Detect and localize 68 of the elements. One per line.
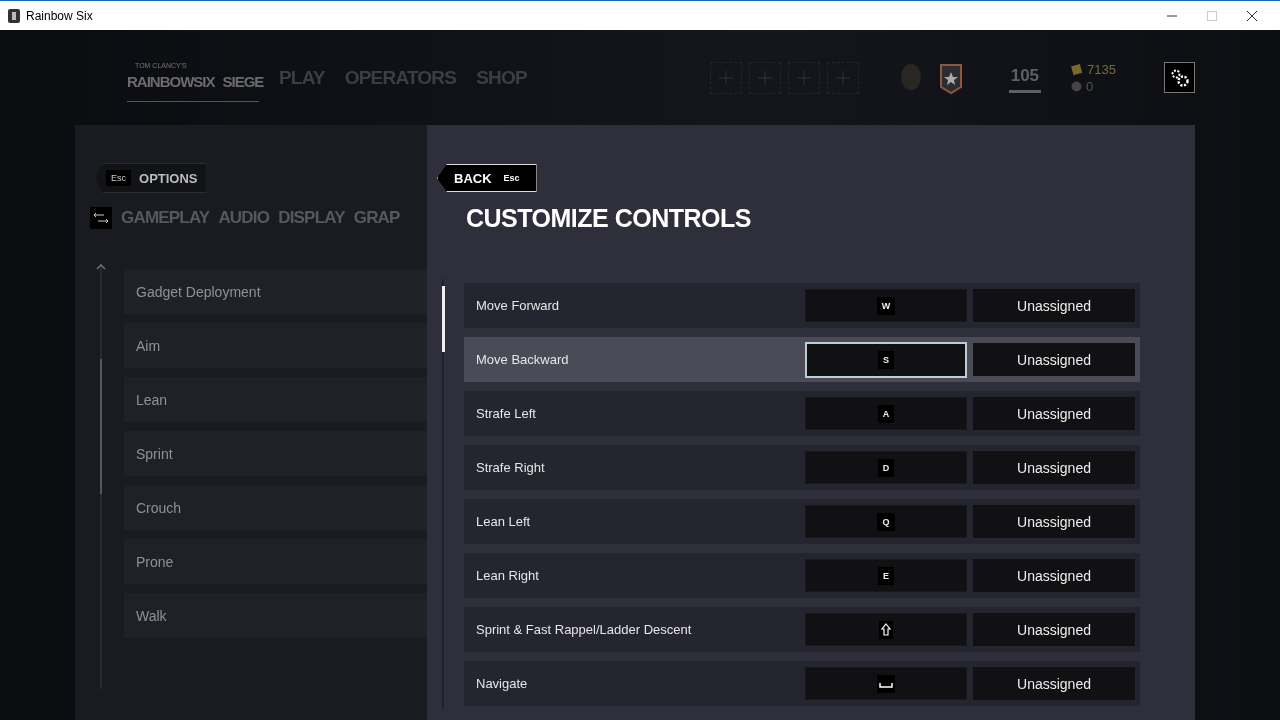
alternate-key-binding[interactable]: Unassigned <box>973 451 1135 484</box>
options-item[interactable]: Walk <box>124 593 427 638</box>
action-label: Strafe Left <box>475 406 537 421</box>
tab-switch-icon <box>90 207 112 229</box>
control-row[interactable]: Move Forward W Unassigned <box>464 283 1140 328</box>
coin-icon <box>1071 80 1083 92</box>
plus-icon <box>835 70 850 85</box>
action-label: Move Backward <box>475 352 570 367</box>
alternate-key-binding[interactable]: Unassigned <box>973 559 1135 592</box>
alternate-key-binding[interactable]: Unassigned <box>973 505 1135 538</box>
options-item[interactable]: Crouch <box>124 485 427 530</box>
key-label: S <box>878 350 894 369</box>
control-row[interactable]: Navigate Unassigned <box>464 661 1140 706</box>
primary-key-binding[interactable]: W <box>805 289 967 322</box>
action-label: Strafe Right <box>475 460 546 475</box>
primary-key-binding[interactable]: D <box>805 451 967 484</box>
player-level: 105 <box>1008 62 1042 93</box>
primary-key-binding[interactable]: S <box>805 341 967 378</box>
credits-icon <box>1071 63 1084 75</box>
app-icon <box>8 8 20 23</box>
window-title: Rainbow Six <box>26 8 94 23</box>
alternate-key-binding[interactable]: Unassigned <box>973 289 1135 322</box>
options-item[interactable]: Aim <box>124 323 427 368</box>
action-label: Sprint & Fast Rappel/Ladder Descent <box>475 622 693 637</box>
primary-key-binding[interactable]: Q <box>805 505 967 538</box>
back-button[interactable]: BACK Esc <box>437 164 537 192</box>
key-label: A <box>877 404 895 423</box>
alternate-key-binding[interactable]: Unassigned <box>973 613 1135 646</box>
avatar-icon[interactable] <box>898 62 923 93</box>
shift-key-icon <box>879 620 893 639</box>
control-row[interactable]: Move Backward S Unassigned <box>464 337 1140 382</box>
close-icon[interactable] <box>1247 10 1257 21</box>
action-label: Navigate <box>475 676 529 691</box>
logo-text: RAINBOWSIX <box>127 73 215 90</box>
primary-key-binding[interactable]: E <box>805 559 967 592</box>
alternate-key-binding[interactable]: Unassigned <box>973 343 1135 376</box>
primary-key-binding[interactable] <box>805 613 967 646</box>
logo-text: SIEGE <box>222 73 264 90</box>
options-back-button[interactable]: Esc OPTIONS <box>95 163 207 193</box>
maximize-icon[interactable] <box>1207 10 1217 21</box>
control-row[interactable]: Lean Left Q Unassigned <box>464 499 1140 544</box>
primary-key-binding[interactable]: A <box>805 397 967 430</box>
control-row[interactable]: Strafe Right D Unassigned <box>464 445 1140 490</box>
key-label: Q <box>877 512 895 531</box>
up-chevron-icon[interactable] <box>96 264 106 270</box>
alternate-key-binding[interactable]: Unassigned <box>973 397 1135 430</box>
key-label: D <box>877 458 895 477</box>
key-label: W <box>876 296 896 315</box>
key-label: E <box>878 566 894 585</box>
space-key-icon <box>877 674 895 693</box>
gear-icon <box>1169 67 1190 88</box>
settings-button[interactable] <box>1164 62 1195 93</box>
options-item[interactable]: Prone <box>124 539 427 584</box>
control-row[interactable]: Strafe Left A Unassigned <box>464 391 1140 436</box>
control-row[interactable]: Sprint & Fast Rappel/Ladder Descent Unassigned <box>464 607 1140 652</box>
action-label: Lean Left <box>475 514 532 529</box>
premium-amount: 0 <box>1086 78 1094 94</box>
control-row[interactable]: Lean Right E Unassigned <box>464 553 1140 598</box>
page-title: CUSTOMIZE CONTROLS <box>466 204 752 233</box>
action-label: Move Forward <box>475 298 561 313</box>
options-item[interactable]: Lean <box>124 377 427 422</box>
primary-key-binding[interactable] <box>805 667 967 700</box>
squad-slot[interactable] <box>826 61 859 94</box>
action-label: Lean Right <box>475 568 540 583</box>
options-item[interactable]: Gadget Deployment <box>124 269 427 314</box>
alternate-key-binding[interactable]: Unassigned <box>973 667 1135 700</box>
credits-amount: 7135 <box>1087 61 1116 77</box>
options-item[interactable]: Sprint <box>124 431 427 476</box>
